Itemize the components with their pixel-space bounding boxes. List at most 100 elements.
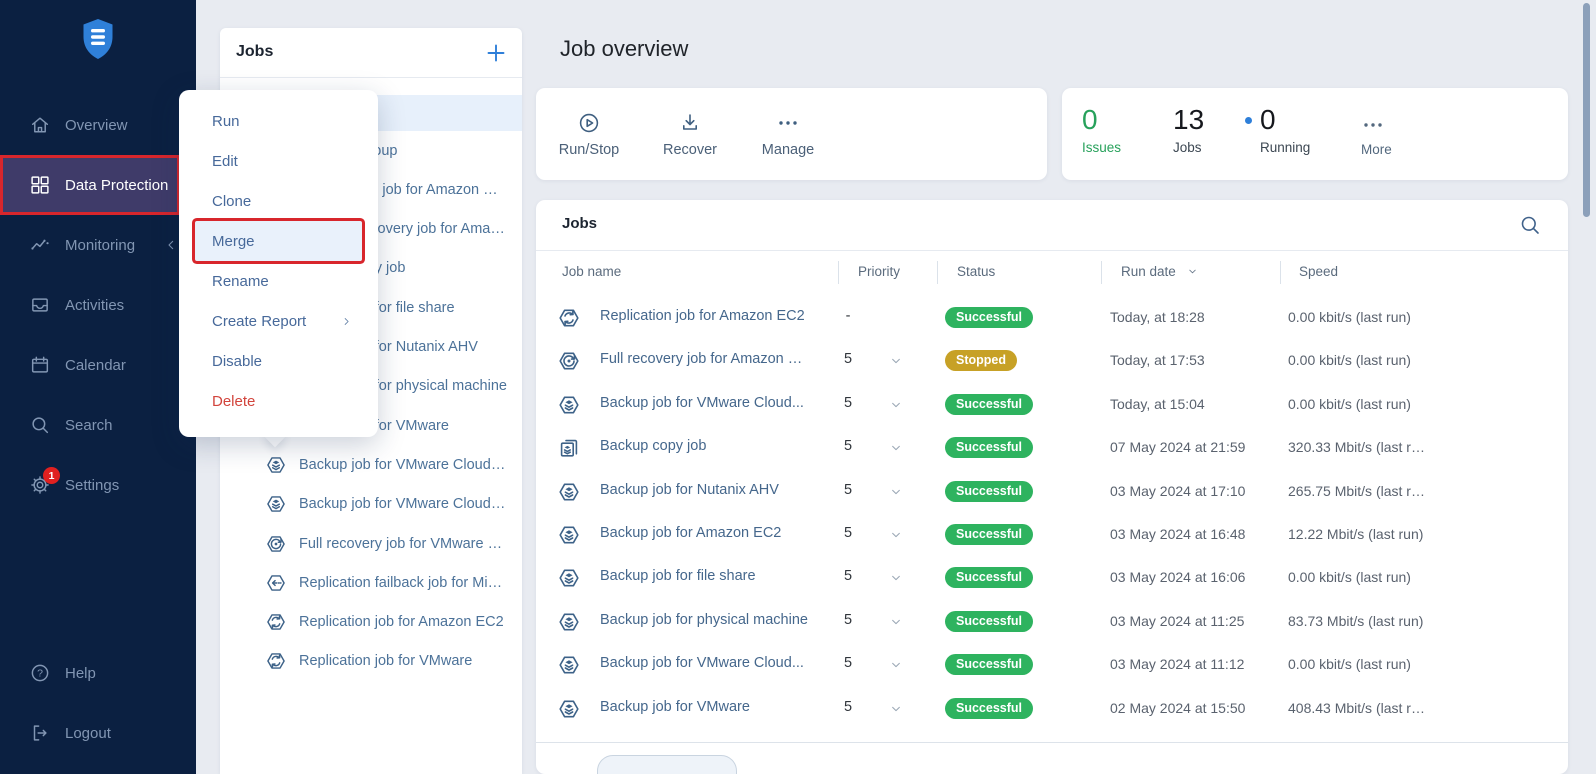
priority-cell: 5 [836,612,860,628]
priority-dropdown-icon[interactable] [888,657,904,673]
status-badge: Successful [945,437,1033,458]
jobs-table-title: Jobs [562,215,597,232]
monitoring-icon-wrap [29,234,51,256]
job-name: Replication job for VMware [299,653,472,669]
backup-icon [557,566,581,590]
add-job-button[interactable] [484,41,508,65]
priority-cell: 5 [836,525,860,541]
jobs-panel-title: Jobs [236,43,273,61]
job-name-cell[interactable]: Backup job for Amazon EC2 [600,525,781,541]
manage-button[interactable]: Manage [750,88,826,180]
replication-icon [557,306,581,330]
job-list-item[interactable]: Replication job for VMware [220,642,522,681]
job-name-cell[interactable]: Backup job for Nutanix AHV [600,482,779,498]
job-name-cell[interactable]: Backup job for VMware [600,699,750,715]
sidebar-item-settings[interactable]: 1Settings [0,455,196,515]
column-separator [838,261,839,284]
sidebar-item-calendar[interactable]: Calendar [0,335,196,395]
ellipsis-icon [1361,113,1385,137]
app-window: Overview Data ProtectionMonitoringActivit… [0,0,1596,774]
running-count: 0 [1260,105,1276,135]
run-date-cell: 03 May 2024 at 17:10 [1110,483,1245,499]
menu-item-merge[interactable]: Merge [195,221,362,261]
job-list-item[interactable]: Replication job for Amazon EC2 [220,603,522,642]
column-header-priority[interactable]: Priority [858,264,900,279]
sidebar-item-search[interactable]: Search [0,395,196,455]
search-icon[interactable] [1518,213,1542,237]
sidebar-item-logout[interactable]: Logout [0,703,196,763]
priority-dropdown-icon[interactable] [888,527,904,543]
issues-count: 0 [1082,105,1121,135]
job-name-cell[interactable]: Backup job for physical machine [600,612,808,628]
sidebar-item-help[interactable]: Help [0,643,196,703]
chev-left-icon[interactable] [163,237,179,253]
sidebar-item-monitoring[interactable]: Monitoring [0,215,196,275]
priority-cell: 5 [836,655,860,671]
menu-item-edit[interactable]: Edit [179,141,378,181]
status-badge: Successful [945,481,1033,502]
job-list-item[interactable]: Full recovery job for VMware Cloud [220,524,522,563]
sidebar-item-data-protection[interactable]: Data Protection [0,155,180,215]
priority-dropdown-icon[interactable] [888,614,904,630]
job-list-item[interactable]: Replication failback job for Microsof [220,563,522,602]
jobs-panel-header: Jobs [220,28,522,77]
column-header-status[interactable]: Status [957,264,995,279]
app-logo-shield-icon[interactable] [82,18,114,60]
job-name-cell[interactable]: Backup job for VMware Cloud... [600,395,804,411]
stat-jobs[interactable]: 13 Jobs [1173,105,1204,155]
recover-button[interactable]: Recover [652,88,728,180]
sidebar-item-label: Overview [65,117,128,134]
download-icon [678,111,702,135]
pagination-button[interactable] [597,755,737,774]
column-header-label: Status [957,264,995,279]
stat-issues[interactable]: 0 Issues [1082,105,1121,155]
priority-dropdown-icon[interactable] [888,570,904,586]
menu-item-create-report[interactable]: Create Report [179,301,378,341]
sidebar-item-overview[interactable]: Overview [0,95,196,155]
job-list-item[interactable]: Backup job for VMware Cloud Direc [220,485,522,524]
column-header-job-name[interactable]: Job name [562,264,621,279]
run-date-cell: 03 May 2024 at 11:25 [1110,613,1244,629]
grid-icon [29,174,51,196]
search-icon [29,414,51,436]
notification-badge: 1 [43,467,60,484]
menu-item-rename[interactable]: Rename [179,261,378,301]
page-title: Job overview [560,36,688,62]
job-name: Backup job for VMware Cloud Direc [299,496,507,512]
job-name-cell[interactable]: Full recovery job for Amazon … [600,351,802,367]
menu-item-clone[interactable]: Clone [179,181,378,221]
priority-dropdown-icon[interactable] [888,397,904,413]
priority-cell: 5 [836,395,860,411]
sidebar-item-activities[interactable]: Activities [0,275,196,335]
stat-running[interactable]: 0 Running [1245,105,1310,155]
monitoring-icon [29,234,51,256]
speed-cell: 0.00 kbit/s (last run) [1288,569,1411,585]
menu-item-run[interactable]: Run [179,101,378,141]
menu-item-label: Rename [212,273,269,290]
vertical-scrollbar[interactable] [1583,3,1590,217]
divider [536,250,1568,251]
priority-dropdown-icon[interactable] [888,484,904,500]
run-stop-button[interactable]: Run/Stop [551,88,627,180]
job-name-cell[interactable]: Backup job for file share [600,568,756,584]
job-name-cell[interactable]: Backup copy job [600,438,706,454]
column-header-run-date[interactable]: Run date [1121,264,1199,279]
job-name-cell[interactable]: Backup job for VMware Cloud... [600,655,804,671]
speed-cell: 320.33 Mbit/s (last r… [1288,439,1425,455]
menu-item-disable[interactable]: Disable [179,341,378,381]
priority-dropdown-icon[interactable] [888,353,904,369]
speed-cell: 0.00 kbit/s (last run) [1288,309,1411,325]
job-list-item[interactable]: Backup job for VMware Cloud Direc [220,445,522,484]
run-date-cell: 03 May 2024 at 16:48 [1110,526,1245,542]
home-icon [29,114,51,136]
jobs-count: 13 [1173,105,1204,135]
column-header-speed[interactable]: Speed [1299,264,1338,279]
table-row: Backup job for Nutanix AHV5Successful03 … [536,470,1568,513]
priority-dropdown-icon[interactable] [888,440,904,456]
stats-more-button[interactable]: More [1361,105,1392,157]
menu-item-delete[interactable]: Delete [179,381,378,421]
calendar-icon-wrap [29,354,51,376]
priority-dropdown-icon[interactable] [888,701,904,717]
job-name-cell[interactable]: Replication job for Amazon EC2 [600,308,805,324]
menu-item-label: Delete [212,393,255,410]
